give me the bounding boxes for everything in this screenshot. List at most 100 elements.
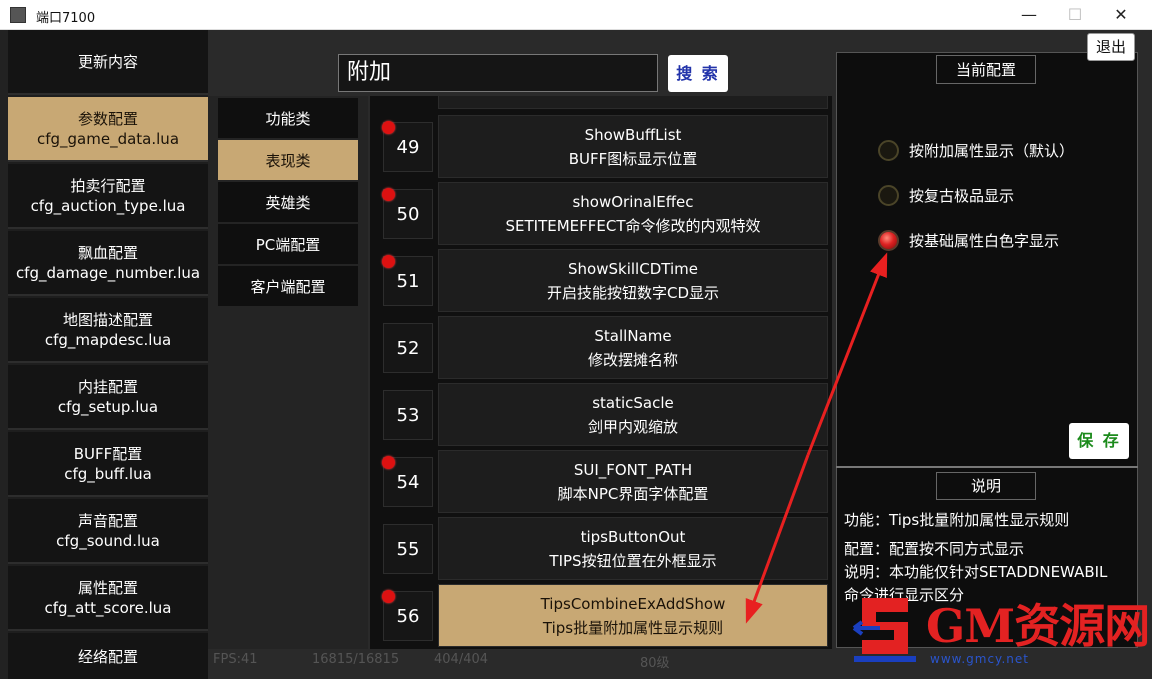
menu-item-file: cfg_auction_type.lua <box>30 196 186 215</box>
ratio-readout: 404/404 <box>434 652 489 667</box>
panel-divider <box>836 466 1138 468</box>
modified-dot-icon <box>382 121 395 134</box>
maximize-button[interactable]: ☐ <box>1052 0 1098 30</box>
category-appearance[interactable]: 表现类 <box>218 140 358 180</box>
menu-item-label: 声音配置 <box>77 511 138 530</box>
row-name: SUI_FONT_PATH <box>573 460 693 479</box>
menu-item-label: 飘血配置 <box>77 243 138 262</box>
list-row[interactable]: 52 StallName 修改摆摊名称 <box>370 314 832 381</box>
category-list: 功能类 表现类 英雄类 PC端配置 客户端配置 <box>208 96 368 649</box>
close-button[interactable]: ✕ <box>1098 0 1144 30</box>
menu-item-label: 地图描述配置 <box>62 310 153 329</box>
row-name: TipsCombineExAddShow <box>540 594 726 613</box>
row-number: 53 <box>383 390 433 440</box>
window-titlebar: 端口7100 — ☐ ✕ <box>0 0 1152 30</box>
radio-button-checked[interactable] <box>878 229 899 251</box>
save-button[interactable]: 保 存 <box>1069 423 1129 459</box>
window-title: 端口7100 <box>36 11 96 26</box>
app-icon <box>10 7 26 23</box>
category-function[interactable]: 功能类 <box>218 98 358 138</box>
parameter-list: 49 ShowBuffList BUFF图标显示位置 50 showOrinalE… <box>370 96 832 649</box>
menu-item-sound[interactable]: 声音配置 cfg_sound.lua <box>8 499 208 564</box>
row-name: staticSacle <box>592 393 674 412</box>
menu-item-mapdesc[interactable]: 地图描述配置 cfg_mapdesc.lua <box>8 298 208 363</box>
menu-item-file: cfg_sound.lua <box>56 531 160 550</box>
option-label: 按基础属性白色字显示 <box>909 231 1060 250</box>
row-info: ShowSkillCDTime 开启技能按钮数字CD显示 <box>438 249 828 312</box>
menu-item-file: cfg_game_data.lua <box>36 129 180 148</box>
list-row[interactable]: 55 tipsButtonOut TIPS按钮位置在外框显示 <box>370 515 832 582</box>
option-additional-attr[interactable]: 按附加属性显示（默认） <box>878 138 1074 162</box>
category-client[interactable]: 客户端配置 <box>218 266 358 306</box>
menu-item-label: 参数配置 <box>77 109 138 128</box>
row-desc: SETITEMEFFECT命令修改的内观特效 <box>505 216 761 235</box>
row-name: ShowBuffList <box>584 125 682 144</box>
current-config-title: 当前配置 <box>936 55 1036 84</box>
menu-item-setup[interactable]: 内挂配置 cfg_setup.lua <box>8 365 208 430</box>
menu-item-file: cfg_setup.lua <box>57 397 159 416</box>
row-info: TipsCombineExAddShow Tips批量附加属性显示规则 <box>438 584 828 647</box>
row-desc: 脚本NPC界面字体配置 <box>557 484 709 503</box>
list-row[interactable]: 51 ShowSkillCDTime 开启技能按钮数字CD显示 <box>370 247 832 314</box>
row-name: showOrinalEffec <box>572 192 694 211</box>
row-desc: 开启技能按钮数字CD显示 <box>546 283 720 302</box>
row-name: ShowSkillCDTime <box>568 259 698 278</box>
search-input[interactable]: 附加 <box>338 54 658 92</box>
menu-item-file: cfg_damage_number.lua <box>15 263 201 282</box>
exit-button[interactable]: 退出 <box>1087 33 1135 61</box>
row-info: SUI_FONT_PATH 脚本NPC界面字体配置 <box>438 450 828 513</box>
list-row[interactable]: 53 staticSacle 剑甲内观缩放 <box>370 381 832 448</box>
radio-button[interactable] <box>878 184 899 206</box>
watermark-url: www.gmcy.net <box>930 652 1029 666</box>
menu-item-auction[interactable]: 拍卖行配置 cfg_auction_type.lua <box>8 164 208 229</box>
list-row-partial[interactable] <box>370 96 832 111</box>
watermark-logo-icon <box>852 598 916 662</box>
row-info: staticSacle 剑甲内观缩放 <box>438 383 828 446</box>
menu-item-label: BUFF配置 <box>73 444 143 463</box>
modified-dot-icon <box>382 590 395 603</box>
search-button[interactable]: 搜 索 <box>668 55 728 92</box>
row-number: 52 <box>383 323 433 373</box>
menu-item-update[interactable]: 更新内容 <box>8 30 208 95</box>
list-row[interactable]: 50 showOrinalEffec SETITEMEFFECT命令修改的内观特效 <box>370 180 832 247</box>
list-row-selected[interactable]: 56 TipsCombineExAddShow Tips批量附加属性显示规则 <box>370 582 832 649</box>
menu-item-label: 经络配置 <box>77 648 138 666</box>
row-desc: Tips批量附加属性显示规则 <box>542 618 724 637</box>
modified-dot-icon <box>382 456 395 469</box>
description-title: 说明 <box>936 472 1036 500</box>
description-line: 说明：本功能仅针对SETADDNEWABIL <box>844 563 1108 581</box>
option-label: 按复古极品显示 <box>909 186 1015 205</box>
fps-readout: FPS:41 <box>213 652 258 667</box>
row-info: tipsButtonOut TIPS按钮位置在外框显示 <box>438 517 828 580</box>
option-retro-premium[interactable]: 按复古极品显示 <box>878 183 1014 207</box>
row-desc: 剑甲内观缩放 <box>587 417 678 436</box>
config-file-menu: 更新内容 参数配置 cfg_game_data.lua 拍卖行配置 cfg_auct… <box>8 30 208 679</box>
option-label: 按附加属性显示（默认） <box>909 141 1075 160</box>
row-name: tipsButtonOut <box>580 527 686 546</box>
menu-item-att-score[interactable]: 属性配置 cfg_att_score.lua <box>8 566 208 631</box>
radio-button[interactable] <box>878 139 899 161</box>
row-info: showOrinalEffec SETITEMEFFECT命令修改的内观特效 <box>438 182 828 245</box>
description-line: 功能：Tips批量附加属性显示规则 <box>844 511 1070 529</box>
row-info <box>438 96 828 109</box>
level-readout: 80级 <box>640 656 670 671</box>
list-row[interactable]: 49 ShowBuffList BUFF图标显示位置 <box>370 113 832 180</box>
menu-item-meridian[interactable]: 经络配置 <box>8 633 208 679</box>
list-row[interactable]: 54 SUI_FONT_PATH 脚本NPC界面字体配置 <box>370 448 832 515</box>
menu-item-file: cfg_buff.lua <box>64 464 152 483</box>
background-window-edge <box>0 30 8 679</box>
category-hero[interactable]: 英雄类 <box>218 182 358 222</box>
description-line: 配置：配置按不同方式显示 <box>844 540 1025 558</box>
menu-item-label: 更新内容 <box>77 52 138 71</box>
menu-item-file: cfg_att_score.lua <box>44 598 172 617</box>
count-readout: 16815/16815 <box>312 652 400 667</box>
menu-item-damage-number[interactable]: 飘血配置 cfg_damage_number.lua <box>8 231 208 296</box>
minimize-button[interactable]: — <box>1006 0 1052 30</box>
menu-item-buff[interactable]: BUFF配置 cfg_buff.lua <box>8 432 208 497</box>
option-base-white[interactable]: 按基础属性白色字显示 <box>878 228 1059 252</box>
row-desc: 修改摆摊名称 <box>587 350 678 369</box>
category-pc[interactable]: PC端配置 <box>218 224 358 264</box>
menu-item-game-data[interactable]: 参数配置 cfg_game_data.lua <box>8 97 208 162</box>
row-info: StallName 修改摆摊名称 <box>438 316 828 379</box>
row-desc: BUFF图标显示位置 <box>568 149 698 168</box>
